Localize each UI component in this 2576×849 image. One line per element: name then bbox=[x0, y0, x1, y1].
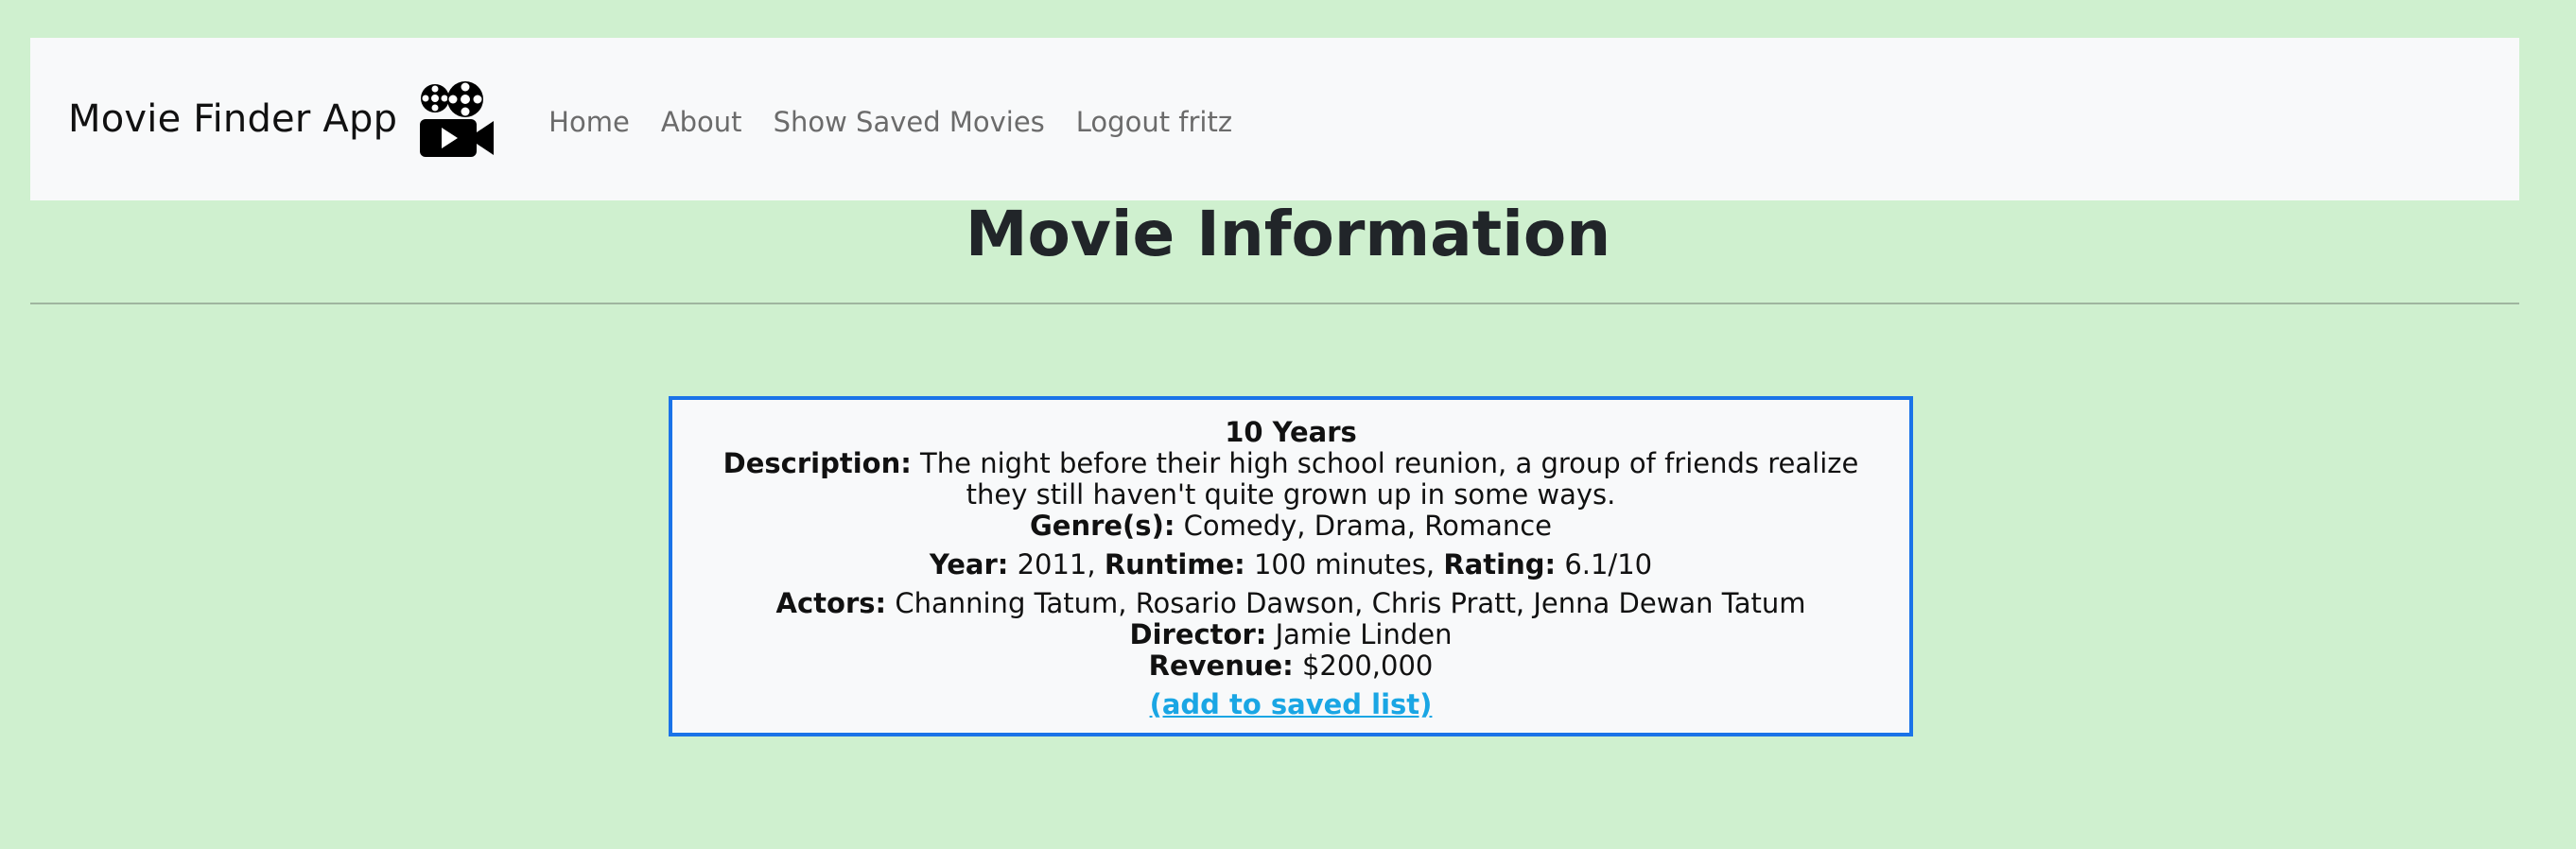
rating-label: Rating: bbox=[1443, 548, 1557, 580]
navbar: Movie Finder App Home About Show Saved M… bbox=[30, 38, 2519, 200]
actors-label: Actors: bbox=[775, 587, 887, 619]
movie-card: 10 Years Description: The night before t… bbox=[669, 396, 1913, 736]
add-to-saved-list-link[interactable]: (add to saved list) bbox=[1150, 689, 1433, 720]
runtime-value: 100 minutes, bbox=[1253, 548, 1436, 580]
actors-value: Channing Tatum, Rosario Dawson, Chris Pr… bbox=[895, 587, 1806, 619]
genres-value: Comedy, Drama, Romance bbox=[1183, 510, 1553, 542]
year-value: 2011, bbox=[1017, 548, 1096, 580]
director-label: Director: bbox=[1129, 618, 1267, 650]
page-title: Movie Information bbox=[965, 198, 1611, 270]
movie-actors: Actors: Channing Tatum, Rosario Dawson, … bbox=[672, 588, 1909, 619]
revenue-label: Revenue: bbox=[1148, 650, 1294, 682]
nav-logout-link[interactable]: Logout fritz bbox=[1076, 106, 1232, 138]
rating-value: 6.1/10 bbox=[1564, 548, 1653, 580]
year-label: Year: bbox=[929, 548, 1009, 580]
movie-genres: Genre(s): Comedy, Drama, Romance bbox=[672, 511, 1909, 542]
revenue-value: $200,000 bbox=[1301, 650, 1434, 682]
brand-name: Movie Finder App bbox=[68, 97, 398, 141]
nav-about-link[interactable]: About bbox=[661, 106, 742, 138]
description-label: Description: bbox=[722, 447, 912, 479]
movie-director: Director: Jamie Linden bbox=[672, 619, 1909, 650]
runtime-label: Runtime: bbox=[1104, 548, 1245, 580]
movie-description: Description: The night before their high… bbox=[672, 448, 1909, 511]
brand-link[interactable]: Movie Finder App bbox=[68, 79, 496, 159]
nav-links: Home About Show Saved Movies Logout frit… bbox=[548, 106, 1263, 138]
nav-saved-movies-link[interactable]: Show Saved Movies bbox=[774, 106, 1045, 138]
director-value: Jamie Linden bbox=[1275, 618, 1453, 650]
movie-camera-icon bbox=[420, 81, 495, 157]
nav-home-link[interactable]: Home bbox=[548, 106, 630, 138]
description-text: The night before their high school reuni… bbox=[920, 447, 1859, 511]
genres-label: Genre(s): bbox=[1029, 510, 1175, 542]
movie-title: 10 Years bbox=[1225, 416, 1357, 448]
movie-revenue: Revenue: $200,000 bbox=[672, 650, 1909, 682]
movie-year-runtime-rating: Year: 2011, Runtime: 100 minutes, Rating… bbox=[672, 549, 1909, 580]
title-divider bbox=[30, 303, 2519, 304]
